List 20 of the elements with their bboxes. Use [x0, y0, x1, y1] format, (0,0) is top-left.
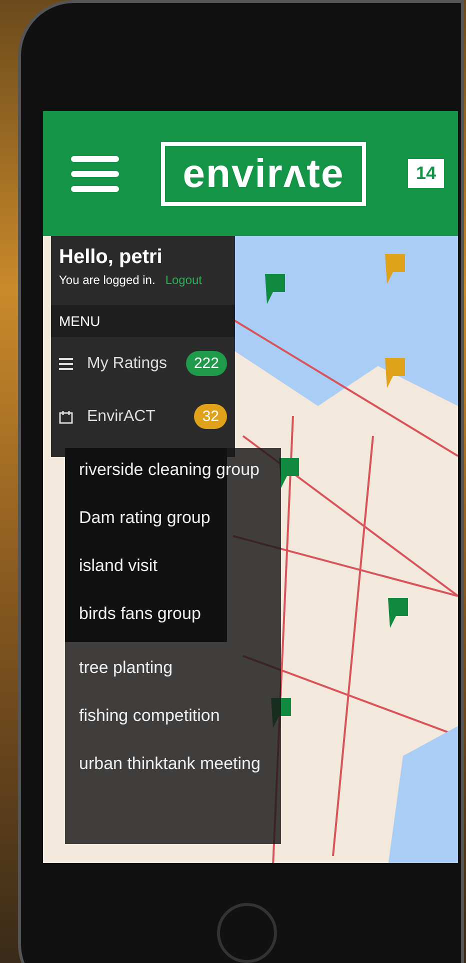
dropdown-item[interactable]: riverside cleaning group	[65, 452, 281, 492]
logout-link[interactable]: Logout	[165, 273, 202, 287]
dropdown-item[interactable]: fishing competition	[65, 690, 234, 738]
login-status: You are logged in.	[59, 273, 156, 287]
greeting: Hello, petri	[58, 245, 164, 270]
dropdown-item[interactable]: urban thinktank meeting	[65, 738, 274, 786]
menu-icon[interactable]	[71, 154, 119, 192]
dropdown-item[interactable]: birds fans group	[65, 588, 215, 636]
notification-count[interactable]: 14	[408, 159, 444, 188]
list-icon	[59, 358, 73, 370]
menu-heading: MENU	[51, 305, 235, 337]
dropdown-item[interactable]: island visit	[65, 540, 172, 588]
calendar-icon	[59, 410, 73, 424]
menu-item[interactable]: EnvirACT 32	[51, 390, 235, 443]
dropdown-item[interactable]: tree planting	[65, 642, 187, 690]
menu-item[interactable]: My Ratings 222	[51, 337, 235, 390]
logo: envirʌte	[160, 142, 366, 206]
count-badge: 32	[194, 404, 227, 429]
count-badge: 222	[186, 351, 227, 376]
dropdown-item[interactable]: Dam rating group	[65, 492, 224, 540]
